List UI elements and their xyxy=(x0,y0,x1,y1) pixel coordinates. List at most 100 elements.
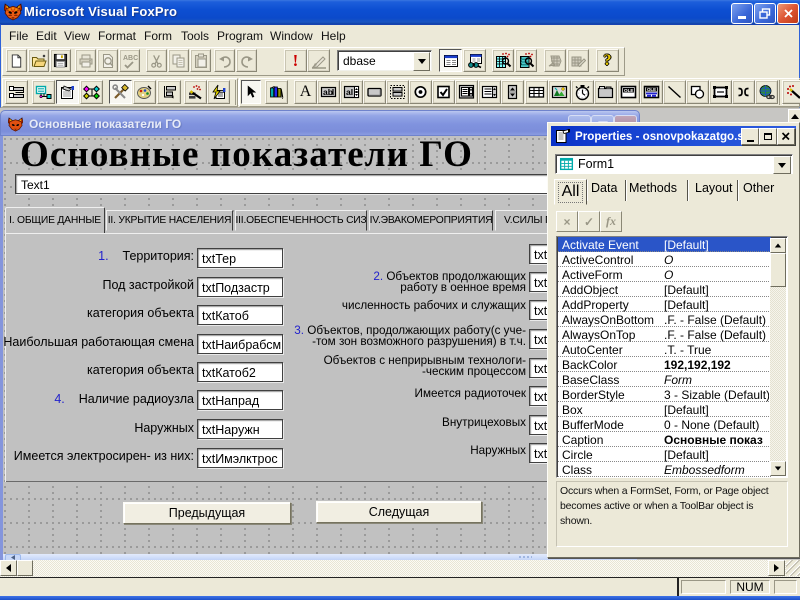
field-label[interactable]: 2. Объектов продолжающихработу в оенное … xyxy=(373,272,526,293)
field-txtNaruzhn[interactable]: txtНаружн xyxy=(197,419,283,439)
ole-bound-button[interactable]: OLE xyxy=(640,80,663,104)
form-controls-toolbar-button[interactable] xyxy=(109,80,132,104)
field-txtPodzastr[interactable]: txtПодзастр xyxy=(197,277,283,297)
container-button[interactable] xyxy=(709,80,732,104)
print-preview-button[interactable] xyxy=(97,49,118,72)
data-environment-button[interactable] xyxy=(32,80,55,104)
properties-tab-all[interactable]: All xyxy=(554,179,587,205)
property-row[interactable]: ActiveFormO xyxy=(558,267,771,282)
help-button[interactable]: ? xyxy=(596,49,619,72)
form-heading-label[interactable]: Основные показатели ГО xyxy=(20,133,473,176)
property-row[interactable]: BaseClassForm xyxy=(558,372,771,387)
app-horizontal-scrollbar[interactable] xyxy=(0,560,800,577)
property-row[interactable]: ClassEmbossedform xyxy=(558,462,771,477)
field-txtTer[interactable]: txtТер xyxy=(197,248,283,268)
form-designer-button[interactable] xyxy=(439,49,462,72)
menu-help[interactable]: Help xyxy=(321,29,346,43)
tab-siz[interactable]: III.ОБЕСПЕЧЕННОСТЬ СИЗ xyxy=(235,210,367,231)
paste-button[interactable] xyxy=(190,49,211,72)
menu-window[interactable]: Window xyxy=(270,29,313,43)
checkbox-button[interactable] xyxy=(432,80,455,104)
field-txtImelktros[interactable]: txtИмэлктрос xyxy=(197,448,283,468)
property-accept-button[interactable]: ✓ xyxy=(578,211,600,232)
property-row[interactable]: CaptionОсновные показ xyxy=(558,432,771,447)
field-txtKatob[interactable]: txtКатоб xyxy=(197,305,283,325)
scroll-left-button[interactable] xyxy=(0,560,17,576)
ole-container-button[interactable]: OLE xyxy=(617,80,640,104)
minimize-button[interactable] xyxy=(731,3,753,24)
object-selector-combobox[interactable]: Form1 xyxy=(555,154,793,174)
field-label[interactable]: Наибольшая работающая смена xyxy=(3,335,194,349)
redo-button[interactable] xyxy=(236,49,257,72)
menu-edit[interactable]: Edit xyxy=(36,29,57,43)
properties-minimize-button[interactable] xyxy=(741,128,759,145)
menu-form[interactable]: Form xyxy=(144,29,172,43)
separator-button[interactable] xyxy=(732,80,755,104)
property-row[interactable]: AlwaysOnBottom.F. - False (Default) xyxy=(558,312,771,327)
open-button[interactable] xyxy=(28,49,49,72)
scroll-down-button[interactable] xyxy=(770,461,786,476)
property-row[interactable]: BufferMode0 - None (Default) xyxy=(558,417,771,432)
pointer-button[interactable] xyxy=(241,80,261,104)
field-label[interactable]: категория объекта xyxy=(87,306,194,320)
properties-title-bar[interactable]: Properties - osnovpokazatgo.scx xyxy=(551,126,796,146)
scrollbar-thumb[interactable] xyxy=(17,560,33,576)
tab-order-button[interactable] xyxy=(5,80,28,104)
properties-tab-methods[interactable]: Methods xyxy=(629,181,677,195)
tab-general-data[interactable]: I. ОБЩИЕ ДАННЫЕ xyxy=(5,207,105,234)
property-row[interactable]: Circle[Default] xyxy=(558,447,771,462)
field-label[interactable]: Имеется радиоточек xyxy=(415,389,526,400)
previous-button[interactable]: Предыдущая xyxy=(123,502,291,524)
print-button[interactable] xyxy=(75,49,96,72)
restore-button[interactable] xyxy=(754,3,776,24)
field-label[interactable]: 3. Объектов, продолжающих работу(с уче--… xyxy=(294,326,526,347)
resize-grip[interactable] xyxy=(786,560,800,576)
form-textbox-text1[interactable]: Text1 xyxy=(15,174,637,194)
database-disabled-button[interactable] xyxy=(544,49,566,72)
field-txtKatob2[interactable]: txtКатоб2 xyxy=(197,362,283,382)
save-button[interactable] xyxy=(50,49,71,72)
field-label[interactable]: Внутрицеховых xyxy=(442,418,526,429)
property-function-button[interactable]: fx xyxy=(600,211,622,232)
view-classes-button[interactable] xyxy=(265,80,288,104)
label-button[interactable]: A xyxy=(294,80,317,104)
table-disabled-button[interactable] xyxy=(567,49,589,72)
properties-tab-other[interactable]: Other xyxy=(743,181,774,195)
copy-button[interactable] xyxy=(168,49,189,72)
timer-button[interactable] xyxy=(571,80,594,104)
cut-button[interactable] xyxy=(146,49,167,72)
field-label[interactable]: Наружных xyxy=(470,446,526,457)
property-row[interactable]: Box[Default] xyxy=(558,402,771,417)
property-row[interactable]: AlwaysOnTop.F. - False (Default) xyxy=(558,327,771,342)
field-label[interactable]: 1. Территория: xyxy=(98,249,194,263)
scroll-up-button[interactable] xyxy=(770,238,786,253)
properties-tab-layout[interactable]: Layout xyxy=(695,181,733,195)
image-button[interactable] xyxy=(548,80,571,104)
property-row[interactable]: AddObject[Default] xyxy=(558,282,771,297)
undo-button[interactable] xyxy=(214,49,235,72)
menu-format[interactable]: Format xyxy=(98,29,136,43)
data-session-button[interactable] xyxy=(463,49,486,72)
hyperlink-button[interactable] xyxy=(755,80,778,104)
object-selector-dropdown-button[interactable] xyxy=(773,156,791,174)
command-button-button[interactable] xyxy=(363,80,386,104)
database-combo-dropdown-button[interactable] xyxy=(413,52,430,71)
property-row[interactable]: BackColor192,192,192 xyxy=(558,357,771,372)
builder-lock-button[interactable] xyxy=(782,80,800,104)
field-label[interactable]: Под застройкой xyxy=(102,278,194,292)
layout-toolbar-button[interactable] xyxy=(157,80,181,104)
builder-button[interactable] xyxy=(184,80,207,104)
command-group-button[interactable] xyxy=(386,80,409,104)
spinner-button[interactable] xyxy=(501,80,524,104)
new-button[interactable] xyxy=(6,49,27,72)
textbox-button[interactable]: ab xyxy=(317,80,340,104)
property-row[interactable]: AddProperty[Default] xyxy=(558,297,771,312)
next-button[interactable]: Следущая xyxy=(316,501,482,523)
property-grid-scrollbar[interactable] xyxy=(770,238,786,476)
view-window-button[interactable] xyxy=(492,49,514,72)
color-palette-button[interactable] xyxy=(133,80,156,104)
line-button[interactable] xyxy=(663,80,686,104)
properties-window-button[interactable] xyxy=(56,80,79,104)
scrollbar-thumb[interactable] xyxy=(770,253,786,287)
field-label[interactable]: Наружных xyxy=(134,421,194,435)
